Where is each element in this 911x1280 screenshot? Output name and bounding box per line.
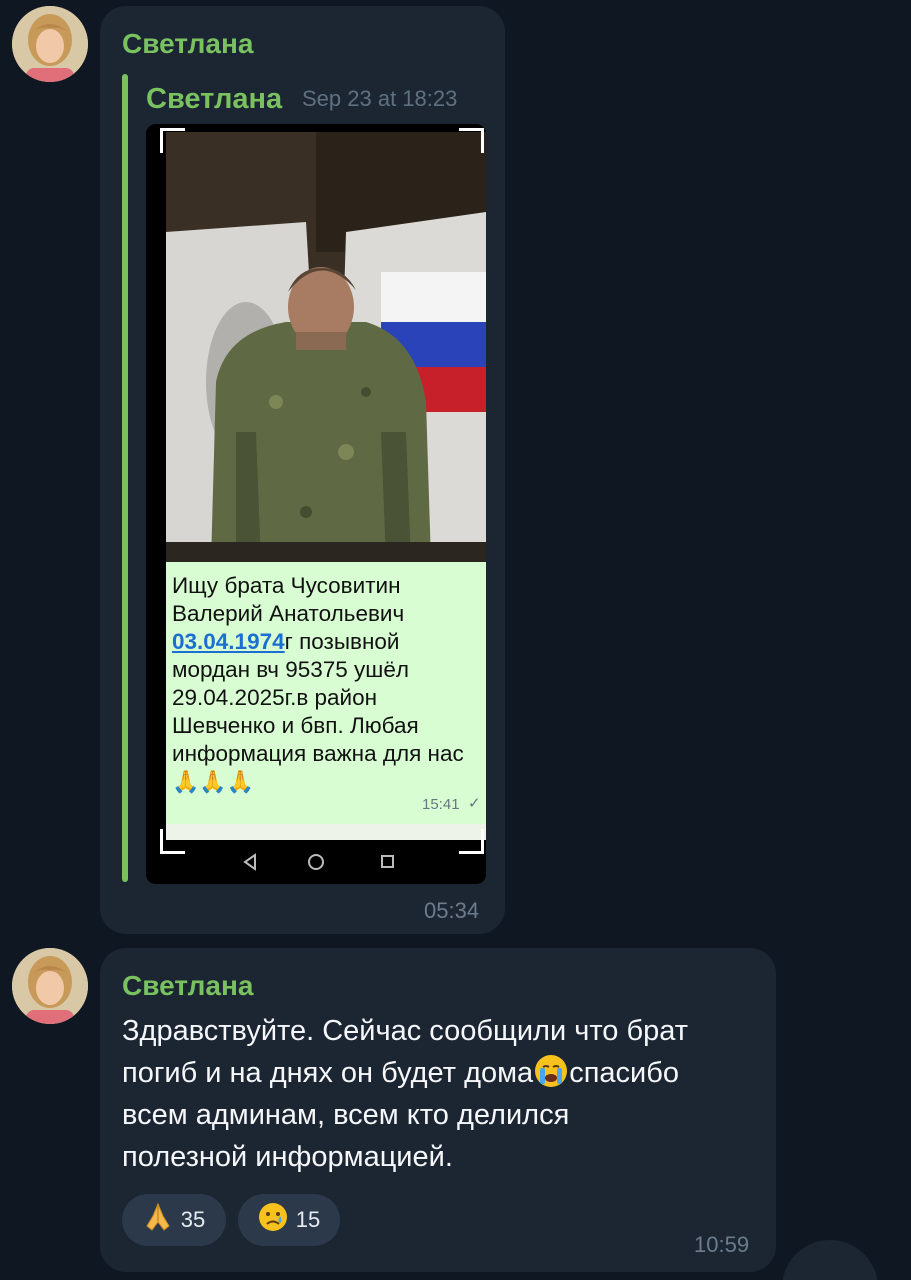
- checkmark-icon: ✓: [468, 795, 481, 812]
- message-text-segment: погиб и на днях он будет дома: [122, 1057, 534, 1089]
- message-time: 10:59: [694, 1232, 750, 1257]
- forward-accent-bar: [122, 74, 128, 882]
- wa-text-line: Ищу брата Чусовитин: [172, 573, 401, 598]
- crying-face-icon: [534, 1054, 568, 1088]
- back-nav-icon: [243, 853, 256, 871]
- scroll-down-button[interactable]: [782, 1240, 878, 1280]
- message-text-line: полезной информацией.: [122, 1141, 453, 1173]
- message-text-line: всем админам, всем кто делился: [122, 1099, 570, 1131]
- forwarded-sender-name[interactable]: Светлана: [146, 83, 282, 116]
- crop-corner-bottom-left: [160, 829, 185, 854]
- message-text-line: Здравствуйте. Сейчас сообщили что брат: [122, 1015, 688, 1047]
- android-nav-bar: [146, 840, 486, 884]
- wa-timestamp: 15:41: [422, 796, 460, 813]
- message-bubble[interactable]: Светлана Светлана Sep 23 at 18:23 Ищу бр…: [100, 6, 505, 934]
- home-nav-icon: [308, 854, 324, 870]
- reaction-sad-tear[interactable]: 15: [238, 1194, 340, 1246]
- message-time: 05:34: [424, 898, 480, 923]
- folded-hands-icon: [143, 1202, 173, 1238]
- message-text-line: погиб и на днях он будет дома спасибо: [122, 1052, 679, 1094]
- wa-text-line: информация важна для нас: [172, 741, 464, 766]
- wa-date-suffix: г: [284, 629, 293, 654]
- wa-date-link: 03.04.1974: [172, 629, 285, 654]
- crop-corner-top-right: [459, 128, 484, 153]
- wa-callsign-label: позывной: [299, 629, 400, 654]
- sender-name[interactable]: Светлана: [122, 970, 253, 1002]
- wa-prayer-emoji: 🙏🙏🙏: [172, 769, 255, 794]
- recents-nav-icon: [381, 855, 394, 868]
- sender-name[interactable]: Светлана: [122, 28, 253, 60]
- wa-text-line: Шевченко и бвп. Любая: [172, 713, 419, 738]
- crop-corner-top-left: [160, 128, 185, 153]
- whatsapp-background-strip: [166, 824, 486, 840]
- reaction-count: 35: [180, 1207, 206, 1232]
- message-text-segment: спасибо: [569, 1057, 679, 1089]
- photo-of-man: [166, 132, 486, 562]
- sad-tear-face-icon: [258, 1202, 288, 1238]
- reaction-folded-hands[interactable]: 35: [122, 1194, 226, 1246]
- reaction-count: 15: [295, 1207, 321, 1232]
- wa-text-line: Валерий Анатольевич: [172, 601, 405, 626]
- wa-text-line: 29.04.2025г.в район: [172, 685, 378, 710]
- forwarded-date: Sep 23 at 18:23: [302, 86, 458, 111]
- chat-screen: Светлана Светлана Sep 23 at 18:23 Ищу бр…: [0, 0, 911, 1280]
- wa-text-line: мордан вч 95375 ушёл: [172, 657, 409, 682]
- wa-text-line: 03.04.1974г позывной: [172, 628, 400, 655]
- message-bubble[interactable]: Светлана Здравствуйте. Сейчас сообщили ч…: [100, 948, 776, 1272]
- whatsapp-message-card: Ищу брата Чусовитин Валерий Анатольевич …: [166, 562, 486, 824]
- crop-corner-bottom-right: [459, 829, 484, 854]
- forwarded-screenshot-image[interactable]: Ищу брата Чусовитин Валерий Анатольевич …: [146, 124, 486, 884]
- sender-avatar[interactable]: [12, 6, 88, 82]
- sender-avatar[interactable]: [12, 948, 88, 1024]
